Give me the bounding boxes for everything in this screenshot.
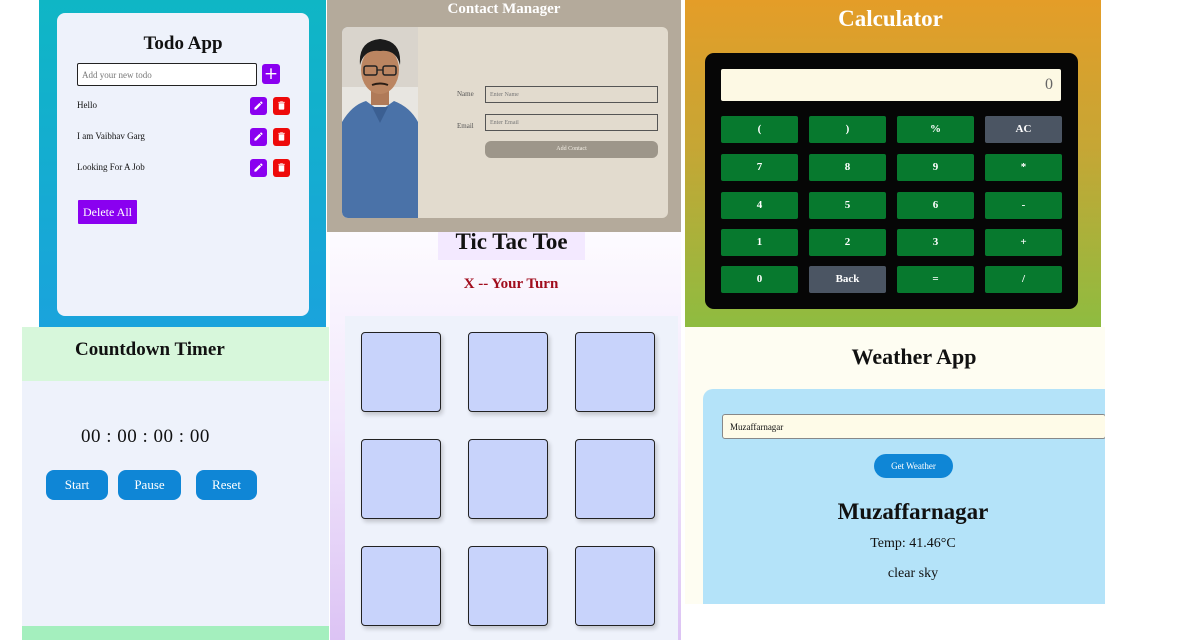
key-backspace[interactable]: Back (809, 266, 886, 293)
key-6[interactable]: 6 (897, 192, 974, 219)
todo-item-text: Hello (77, 100, 97, 110)
name-label: Name (457, 90, 474, 98)
board-cell[interactable] (361, 332, 441, 412)
calculator-display: 0 (721, 69, 1061, 101)
key-percent[interactable]: % (897, 116, 974, 143)
countdown-title: Countdown Timer (75, 339, 225, 360)
trash-icon (278, 163, 285, 172)
edit-todo-button[interactable] (250, 159, 267, 177)
edit-todo-button[interactable] (250, 128, 267, 146)
key-4[interactable]: 4 (721, 192, 798, 219)
delete-todo-button[interactable] (273, 159, 290, 177)
key-7[interactable]: 7 (721, 154, 798, 181)
edit-todo-button[interactable] (250, 97, 267, 115)
start-button[interactable]: Start (46, 470, 108, 500)
weather-description: clear sky (887, 566, 939, 581)
key-0[interactable]: 0 (721, 266, 798, 293)
profile-photo (342, 27, 418, 218)
todo-item-text: I am Vaibhav Garg (77, 131, 145, 141)
contact-manager-panel: Contact Manager Name Email Add Contact (327, 0, 681, 232)
board-cell[interactable] (575, 332, 655, 412)
todo-item: Looking For A Job (77, 158, 292, 178)
get-weather-button[interactable]: Get Weather (874, 454, 953, 478)
contact-title: Contact Manager (447, 1, 561, 17)
todo-item: I am Vaibhav Garg (77, 127, 292, 147)
weather-card: Get Weather Muzaffarnagar Temp: 41.46°C … (703, 389, 1105, 604)
todo-item-text: Looking For A Job (77, 162, 145, 172)
todo-item: Hello (77, 96, 292, 116)
delete-all-button[interactable]: Delete All (78, 200, 137, 224)
delete-todo-button[interactable] (273, 128, 290, 146)
person-photo-icon (342, 27, 418, 218)
email-label: Email (457, 122, 474, 130)
key-equals[interactable]: = (897, 266, 974, 293)
countdown-footer (22, 626, 329, 640)
city-name: Muzaffarnagar (837, 499, 989, 524)
weather-title: Weather App (851, 344, 977, 369)
board-cell[interactable] (361, 546, 441, 626)
calculator-title: Calculator (838, 6, 943, 31)
turn-status: X -- Your Turn (463, 276, 559, 292)
key-multiply[interactable]: * (985, 154, 1062, 181)
calculator-body: 0 ( ) % AC 7 8 9 * 4 5 6 - 1 2 3 + 0 Bac… (705, 53, 1078, 309)
calculator-panel: Calculator 0 ( ) % AC 7 8 9 * 4 5 6 - 1 … (685, 0, 1101, 327)
city-input[interactable] (722, 414, 1105, 439)
reset-button[interactable]: Reset (196, 470, 257, 500)
temperature: Temp: 41.46°C (870, 536, 956, 551)
board-cell[interactable] (468, 332, 548, 412)
pencil-icon (254, 132, 263, 141)
trash-icon (278, 132, 285, 141)
key-5[interactable]: 5 (809, 192, 886, 219)
pencil-icon (254, 163, 263, 172)
game-board (345, 316, 678, 640)
key-2[interactable]: 2 (809, 229, 886, 256)
countdown-panel: Countdown Timer 00 : 00 : 00 : 00 Start … (22, 327, 329, 640)
board-cell[interactable] (575, 439, 655, 519)
countdown-header: Countdown Timer (22, 327, 329, 381)
board-cell[interactable] (575, 546, 655, 626)
pencil-icon (254, 101, 263, 110)
board-cell[interactable] (468, 546, 548, 626)
add-todo-button[interactable]: + (262, 64, 280, 84)
email-field[interactable] (485, 114, 658, 131)
key-divide[interactable]: / (985, 266, 1062, 293)
name-field[interactable] (485, 86, 658, 103)
key-open-paren[interactable]: ( (721, 116, 798, 143)
todo-title: Todo App (143, 33, 223, 54)
weather-panel: Weather App Get Weather Muzaffarnagar Te… (685, 327, 1105, 604)
pause-button[interactable]: Pause (118, 470, 181, 500)
key-close-paren[interactable]: ) (809, 116, 886, 143)
trash-icon (278, 101, 285, 110)
board-cell[interactable] (361, 439, 441, 519)
delete-todo-button[interactable] (273, 97, 290, 115)
todo-app-panel: Todo App + Hello I am Vaibhav Garg Looki… (39, 0, 326, 327)
contact-card: Name Email Add Contact (342, 27, 668, 218)
todo-card: Todo App + Hello I am Vaibhav Garg Looki… (57, 13, 309, 316)
tictactoe-title: Tic Tac Toe (438, 232, 585, 260)
key-subtract[interactable]: - (985, 192, 1062, 219)
key-all-clear[interactable]: AC (985, 116, 1062, 143)
board-cell[interactable] (468, 439, 548, 519)
tictactoe-panel: Tic Tac Toe X -- Your Turn (330, 232, 681, 640)
key-1[interactable]: 1 (721, 229, 798, 256)
todo-input[interactable] (77, 63, 257, 86)
add-contact-button[interactable]: Add Contact (485, 141, 658, 158)
countdown-display: 00 : 00 : 00 : 00 (81, 426, 210, 447)
key-9[interactable]: 9 (897, 154, 974, 181)
key-add[interactable]: + (985, 229, 1062, 256)
key-3[interactable]: 3 (897, 229, 974, 256)
key-8[interactable]: 8 (809, 154, 886, 181)
